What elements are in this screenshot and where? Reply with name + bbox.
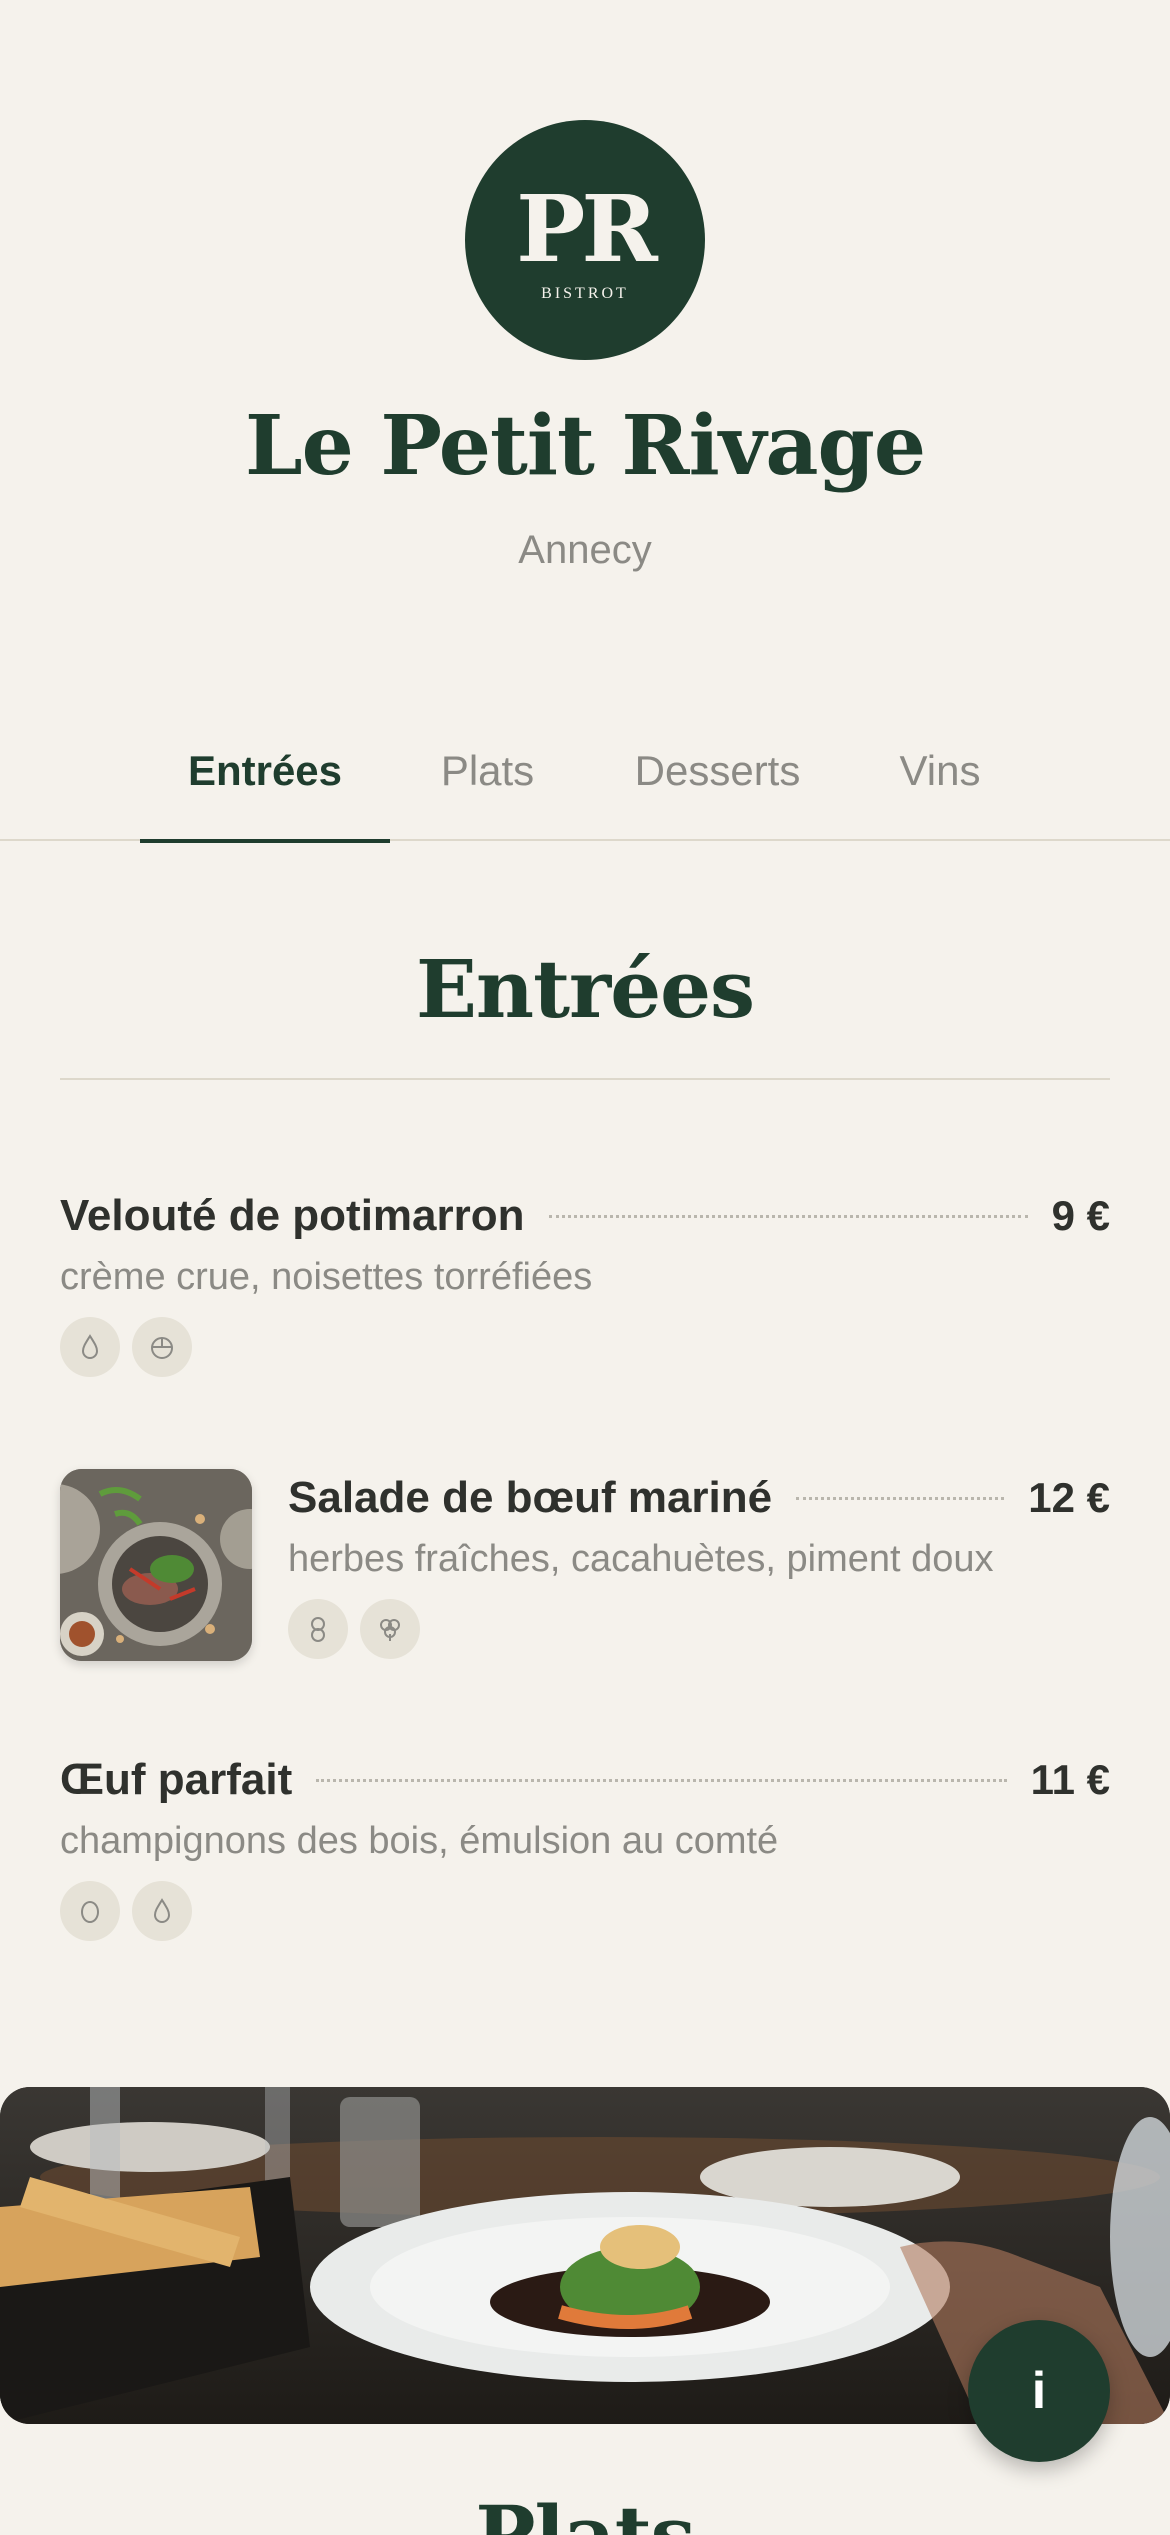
dotted-leader [796, 1496, 1005, 1500]
peanut-icon [288, 1599, 348, 1659]
tab-entrees[interactable]: Entrées [140, 730, 390, 843]
item-description: herbes fraîches, cacahuètes, piment doux [288, 1538, 994, 1580]
item-description: crème crue, noisettes torréfiées [60, 1256, 593, 1298]
item-name: Velouté de potimarron [60, 1191, 525, 1240]
item-price: 11 € [1030, 1756, 1110, 1803]
item-description: champignons des bois, émulsion au comté [60, 1820, 779, 1862]
item-name: Salade de bœuf mariné [288, 1473, 773, 1522]
item-price: 9 € [1051, 1192, 1110, 1239]
tab-desserts[interactable]: Desserts [610, 730, 825, 841]
category-tabs: Entrées Plats Desserts Vins [0, 730, 1170, 843]
nut-icon [132, 1317, 192, 1377]
info-button[interactable]: i [968, 2320, 1110, 2462]
tab-vins[interactable]: Vins [870, 730, 1010, 841]
logo-subtitle: BISTROT [541, 285, 629, 302]
menu-item[interactable]: Salade de bœuf mariné 12 € herbes fraîch… [288, 1468, 1110, 1659]
next-section-title: Plats [475, 2488, 695, 2535]
restaurant-city: Annecy [518, 528, 652, 572]
drop-icon [132, 1881, 192, 1941]
item-price: 12 € [1028, 1474, 1110, 1521]
menu-item[interactable]: Velouté de potimarron 9 € crème crue, no… [60, 1186, 1110, 1377]
drop-icon [60, 1317, 120, 1377]
salad-photo [60, 1469, 252, 1661]
clover-icon [360, 1599, 420, 1659]
tab-plats[interactable]: Plats [410, 730, 565, 841]
restaurant-name: Le Petit Rivage [244, 398, 926, 494]
restaurant-logo: PR BISTROT [465, 120, 705, 360]
egg-icon [60, 1881, 120, 1941]
logo-monogram: PR [516, 175, 658, 283]
menu-page: PR BISTROT Le Petit Rivage Annecy Entrée… [0, 0, 1170, 2535]
section-title: Entrées [415, 942, 755, 1036]
item-name: Œuf parfait [60, 1755, 293, 1804]
dotted-leader [548, 1214, 1028, 1218]
menu-item[interactable]: Œuf parfait 11 € champignons des bois, é… [60, 1750, 1110, 1941]
section-divider [60, 1078, 1110, 1080]
dotted-leader [316, 1778, 1007, 1782]
